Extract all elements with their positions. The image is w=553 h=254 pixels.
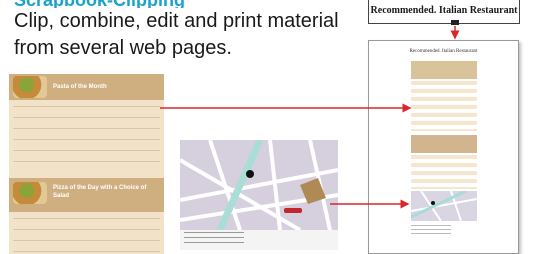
- menu-web-page-thumbnail: Pasta of the Month Pizza of the Day with…: [9, 74, 164, 254]
- printed-page-title: Recommended. Italian Restaurant: [409, 49, 478, 54]
- printed-menu-list: [411, 81, 477, 131]
- pasta-photo: [13, 76, 47, 98]
- map-web-page-thumbnail: [180, 140, 338, 250]
- menu-item-list-1: [13, 106, 160, 172]
- printed-pizza-header: [411, 135, 477, 153]
- intro-text: Clip, combine, edit and print material f…: [14, 10, 339, 59]
- printed-map: [411, 191, 477, 221]
- section-heading: Scrapbook-Clipping: [14, 0, 185, 8]
- street-map: [180, 140, 338, 230]
- section-heading-clipped: Scrapbook-Clipping: [14, 0, 344, 8]
- map-location-marker: [246, 170, 254, 178]
- printed-page-caption: Recommended. Italian Restaurant: [368, 0, 520, 24]
- map-address-lines: [184, 232, 244, 246]
- printed-menu-header: [411, 61, 477, 79]
- caption-connector: [451, 20, 459, 25]
- menu-section-title-2: Pizza of the Day with a Choice of Salad: [53, 185, 147, 199]
- printed-page-thumbnail: Recommended. Italian Restaurant: [368, 40, 519, 254]
- menu-section-title-1: Pasta of the Month: [53, 84, 107, 90]
- printed-pizza-list: [411, 155, 477, 189]
- menu-item-list-2: [13, 218, 160, 252]
- printed-map-caption: [411, 225, 451, 235]
- pizza-photo: [13, 182, 47, 204]
